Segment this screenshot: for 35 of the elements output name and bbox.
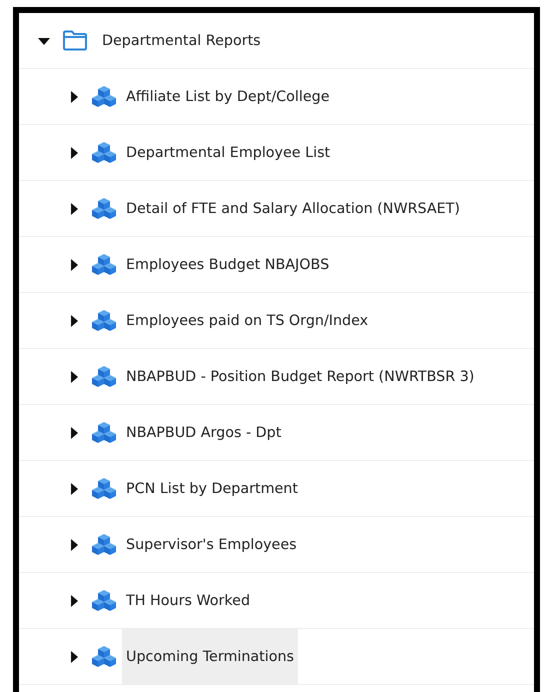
tree-item[interactable]: NBAPBUD Argos - Dpt <box>122 405 286 460</box>
expand-caret-icon[interactable] <box>68 202 80 214</box>
cubes-icon <box>92 142 116 164</box>
expand-caret-icon[interactable] <box>68 482 80 494</box>
tree-item[interactable]: Supervisor's Employees <box>122 517 301 572</box>
cubes-icon <box>92 198 116 220</box>
expand-caret-icon[interactable] <box>68 650 80 662</box>
cubes-icon <box>92 254 116 276</box>
cubes-icon <box>92 310 116 332</box>
expand-caret-icon[interactable] <box>68 258 80 270</box>
cubes-icon <box>92 534 116 556</box>
cubes-icon <box>92 590 116 612</box>
expand-caret-icon[interactable] <box>68 426 80 438</box>
folder-icon <box>62 30 88 51</box>
cubes-icon <box>92 86 116 108</box>
tree-item[interactable]: Departmental Reports <box>98 13 265 68</box>
cubes-icon <box>92 366 116 388</box>
tree-item[interactable]: TH Hours Worked <box>122 573 254 628</box>
tree-item[interactable]: PCN List by Department <box>122 461 302 516</box>
tree-item[interactable]: Detail of FTE and Salary Allocation (NWRSAET) <box>122 181 464 236</box>
expand-caret-icon[interactable] <box>68 90 80 102</box>
tree-item[interactable]: Affiliate List by Dept/College <box>122 69 334 124</box>
tree-item[interactable]: Upcoming Terminations <box>122 629 298 684</box>
expand-caret-icon[interactable] <box>68 370 80 382</box>
expand-caret-icon[interactable] <box>68 594 80 606</box>
expand-caret-icon[interactable] <box>68 146 80 158</box>
expand-caret-icon[interactable] <box>68 314 80 326</box>
tree-item[interactable]: Departmental Employee List <box>122 125 334 180</box>
expand-caret-icon[interactable] <box>68 538 80 550</box>
tree-item[interactable]: Employees Budget NBAJOBS <box>122 237 334 292</box>
cubes-icon <box>92 478 116 500</box>
tree-item[interactable]: Employees paid on TS Orgn/Index <box>122 293 372 348</box>
cubes-icon <box>92 422 116 444</box>
tree-item[interactable]: NBAPBUD - Position Budget Report (NWRTBSR 3) <box>122 349 478 404</box>
cubes-icon <box>92 646 116 668</box>
